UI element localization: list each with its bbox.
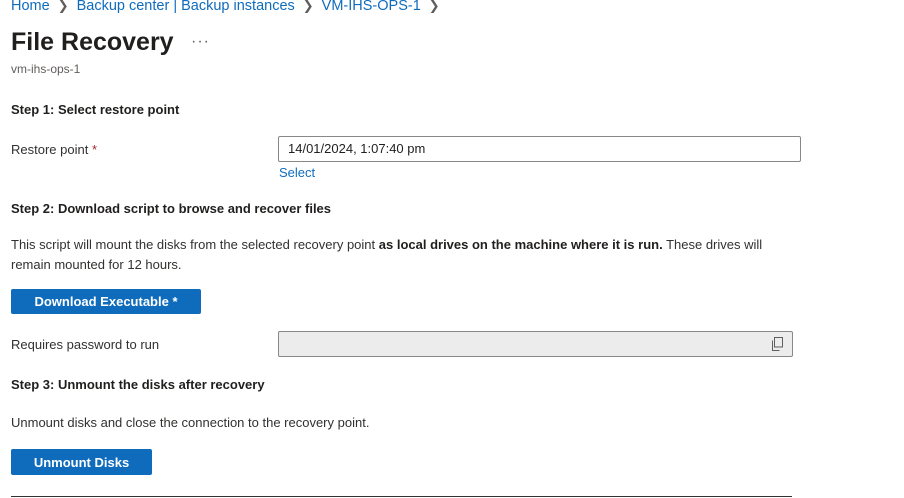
restore-point-input[interactable] [278,136,801,162]
copy-icon[interactable] [771,337,784,351]
chevron-right-icon: ❯ [57,0,69,13]
restore-point-label: Restore point * [11,142,97,157]
step1-heading: Step 1: Select restore point [11,102,180,117]
page-subtitle: vm-ihs-ops-1 [11,62,81,76]
page-title: File Recovery [11,28,174,56]
breadcrumb-backup-instances[interactable]: Backup center | Backup instances [77,0,295,14]
step2-desc-part1: This script will mount the disks from th… [11,237,379,252]
step2-heading: Step 2: Download script to browse and re… [11,201,332,216]
more-options-icon[interactable]: ··· [191,33,210,51]
password-field [278,331,793,357]
required-mark: * [91,142,98,157]
chevron-right-icon: ❯ [302,0,314,13]
chevron-right-icon: ❯ [428,0,440,13]
breadcrumb-vm[interactable]: VM-IHS-OPS-1 [322,0,421,14]
restore-point-label-text: Restore point [11,142,89,157]
breadcrumb-home[interactable]: Home [11,0,50,14]
select-restore-point-link[interactable]: Select [279,165,315,180]
password-label: Requires password to run [11,337,160,352]
step3-heading: Step 3: Unmount the disks after recovery [11,377,265,392]
step2-desc-bold: as local drives on the machine where it … [378,237,663,252]
divider [11,496,792,497]
step2-description: This script will mount the disks from th… [11,235,801,275]
breadcrumb: Home ❯ Backup center | Backup instances … [11,0,448,14]
unmount-disks-button[interactable]: Unmount Disks [11,449,152,475]
step3-description: Unmount disks and close the connection t… [11,415,370,430]
download-executable-button[interactable]: Download Executable * [11,289,201,314]
